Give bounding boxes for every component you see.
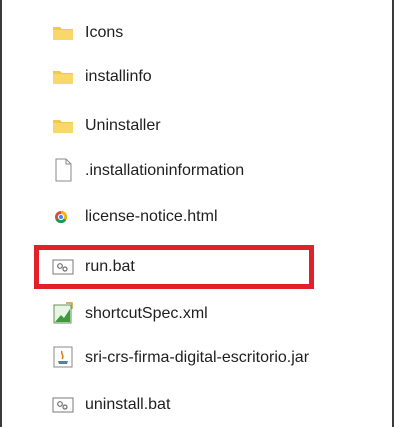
file-item-uninstall-bat[interactable]: uninstall.bat: [0, 383, 392, 427]
blank-file-icon: [52, 158, 74, 182]
highlight-box: [34, 245, 314, 289]
xml-file-icon: [52, 301, 74, 325]
file-item-installationinformation[interactable]: .installationinformation: [0, 149, 392, 193]
pane-right-border: [392, 0, 394, 427]
folder-icon: [52, 116, 74, 136]
file-name: installinfo: [85, 68, 152, 85]
file-item-uninstaller[interactable]: Uninstaller: [0, 104, 392, 148]
file-item-installinfo[interactable]: installinfo: [0, 55, 392, 99]
file-explorer-view: Icons installinfo Uninstaller .installat…: [0, 0, 395, 427]
folder-icon: [52, 67, 74, 87]
file-name: Icons: [85, 24, 124, 41]
browser-html-icon: [52, 207, 74, 227]
batch-file-icon: [52, 395, 74, 415]
folder-icon: [52, 23, 74, 43]
file-item-license-notice[interactable]: license-notice.html: [0, 195, 392, 239]
java-jar-icon: [52, 345, 74, 369]
file-name: uninstall.bat: [85, 396, 171, 413]
file-item-jar[interactable]: sri-crs-firma-digital-escritorio.jar: [0, 336, 392, 380]
file-name: license-notice.html: [85, 208, 218, 225]
file-item-icons[interactable]: Icons: [0, 11, 392, 55]
file-name: sri-crs-firma-digital-escritorio.jar: [85, 349, 310, 366]
file-item-shortcutspec-xml[interactable]: shortcutSpec.xml: [0, 292, 392, 336]
file-name: Uninstaller: [85, 117, 161, 134]
file-name: .installationinformation: [85, 162, 245, 179]
file-name: shortcutSpec.xml: [85, 305, 208, 322]
